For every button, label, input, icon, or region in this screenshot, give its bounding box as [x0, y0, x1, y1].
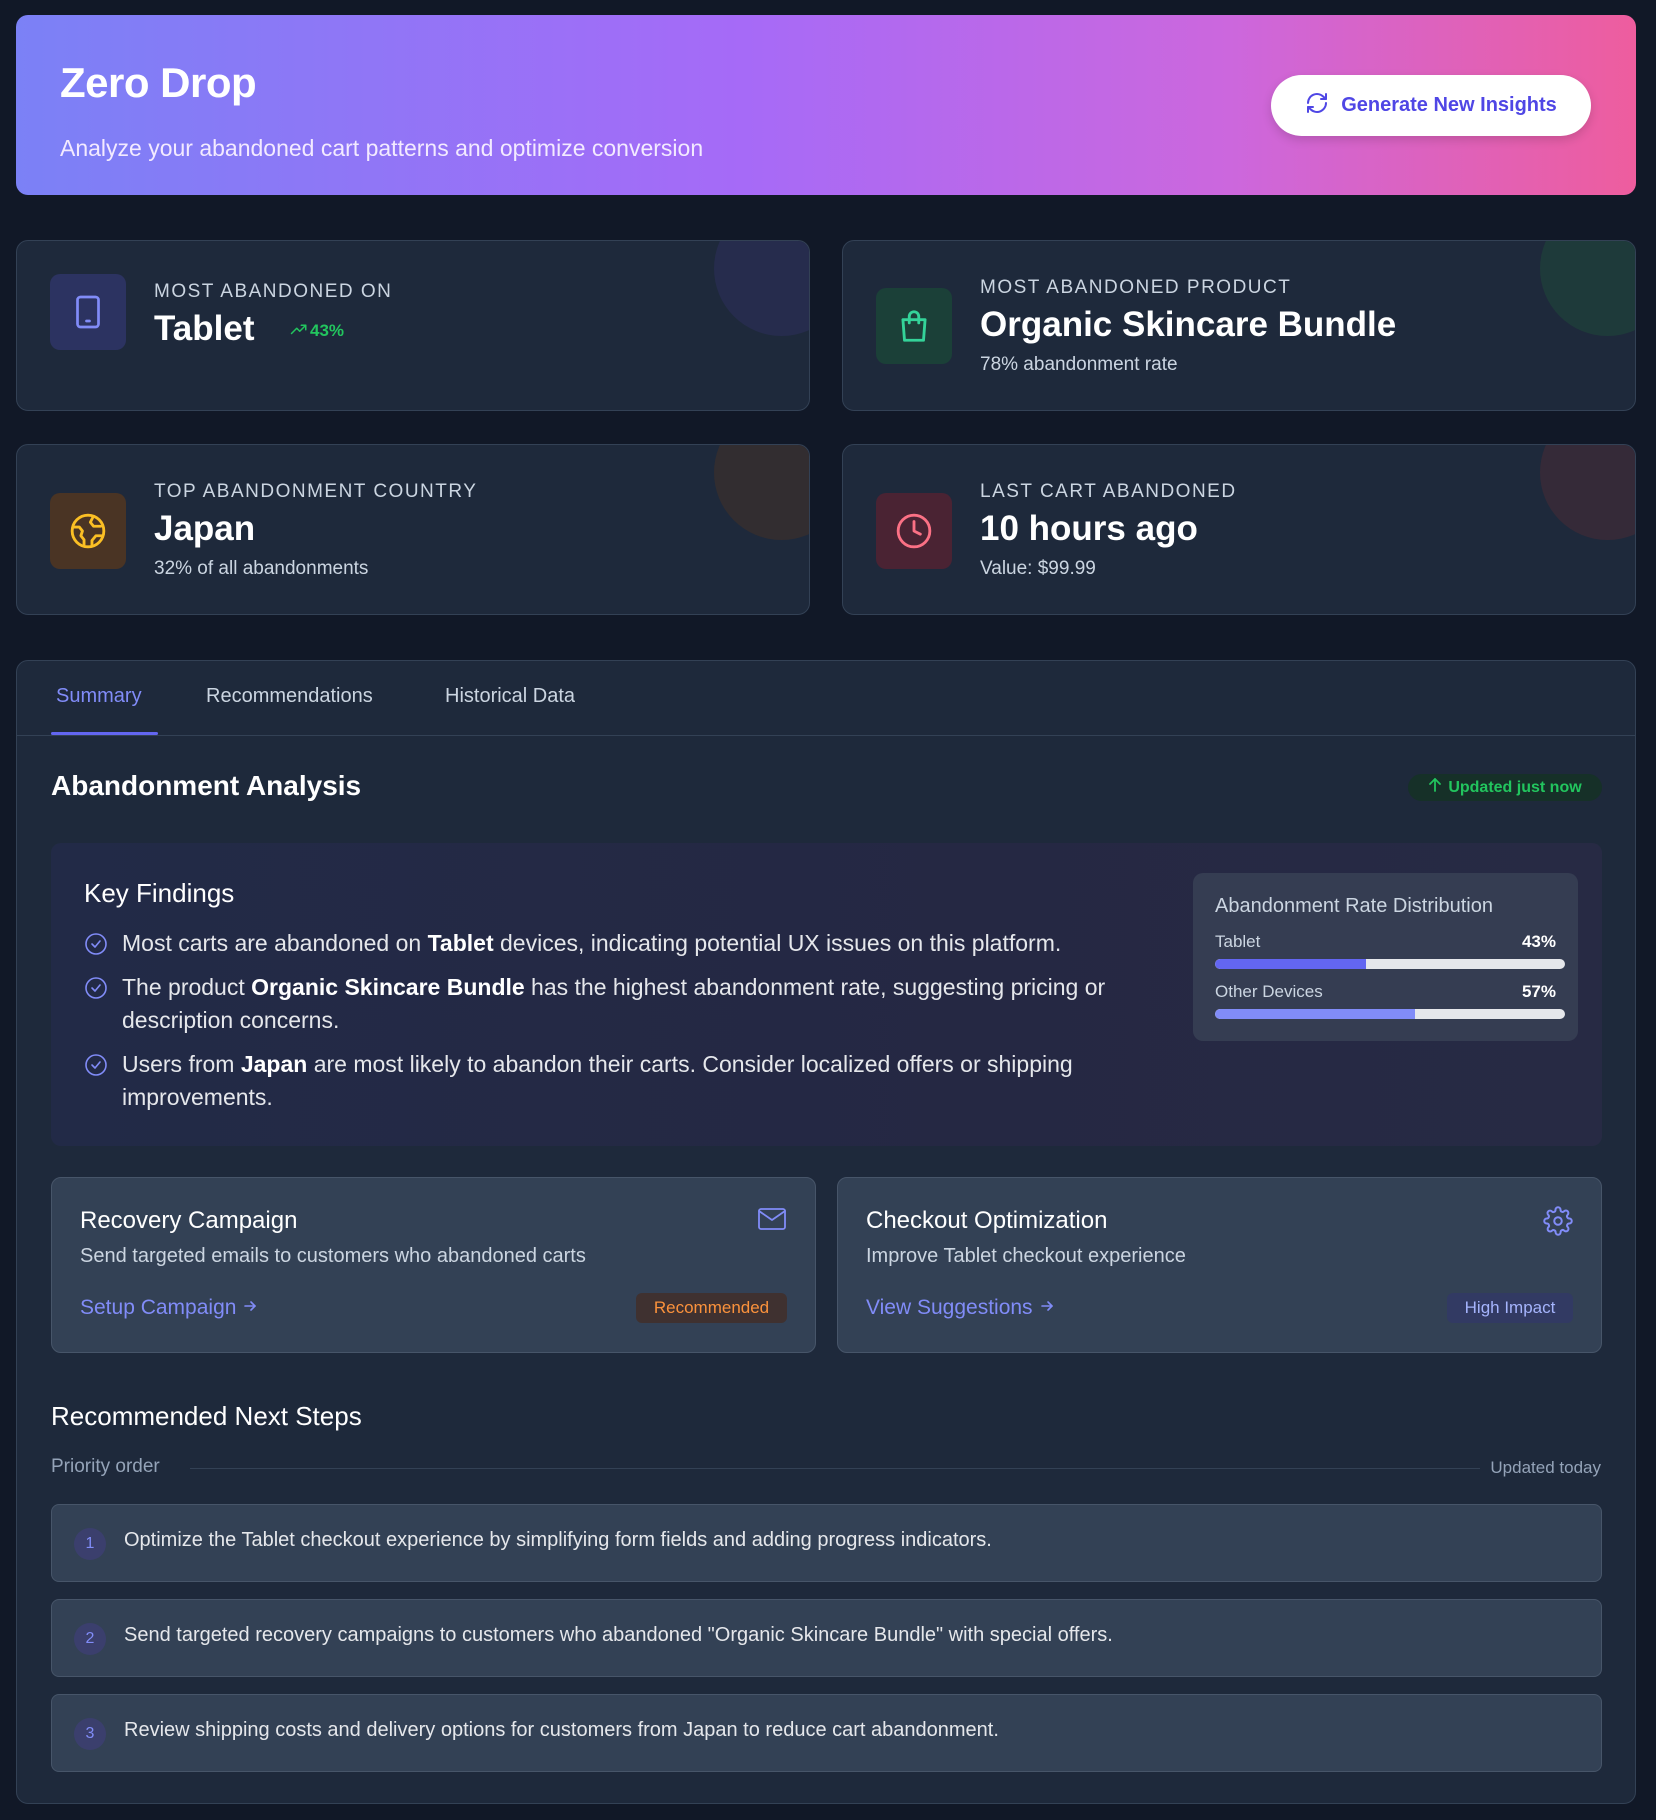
active-tab-indicator	[51, 732, 158, 735]
tab-historical-data[interactable]: Historical Data	[445, 685, 575, 708]
stat-value: 10 hours ago	[980, 509, 1198, 548]
arrow-up-icon	[1428, 777, 1442, 798]
globe-icon	[50, 493, 126, 569]
action-title: Checkout Optimization	[866, 1207, 1108, 1234]
tab-recommendations[interactable]: Recommendations	[206, 685, 373, 708]
key-findings-title: Key Findings	[84, 878, 235, 908]
finding-item: The product Organic Skincare Bundle has …	[84, 971, 1164, 1037]
finding-item: Users from Japan are most likely to aban…	[84, 1048, 1164, 1114]
distribution-label: Other Devices	[1215, 982, 1323, 1001]
clock-icon	[876, 493, 952, 569]
distribution-card: Abandonment Rate Distribution Tablet 43%…	[1193, 873, 1578, 1041]
setup-campaign-link[interactable]: Setup Campaign	[80, 1296, 258, 1320]
generate-insights-button[interactable]: Generate New Insights	[1271, 75, 1591, 136]
finding-item: Most carts are abandoned on Tablet devic…	[84, 927, 1164, 965]
stat-meta: 32% of all abandonments	[154, 558, 369, 579]
step-text: Send targeted recovery campaigns to cust…	[124, 1624, 1113, 1646]
distribution-bar-fill	[1215, 959, 1366, 969]
stat-label: Top Abandonment Country	[154, 481, 478, 502]
generate-insights-label: Generate New Insights	[1341, 94, 1557, 116]
distribution-bar	[1215, 1009, 1565, 1019]
gear-icon	[1543, 1206, 1573, 1241]
updated-today-label: Updated today	[1490, 1458, 1601, 1477]
card-decoration	[714, 241, 809, 336]
insights-panel: Summary Recommendations Historical Data …	[16, 660, 1636, 1804]
trend-indicator: 43%	[290, 321, 344, 341]
arrow-right-icon	[1039, 1296, 1055, 1320]
card-decoration	[1540, 445, 1635, 540]
stat-label: Last Cart Abandoned	[980, 481, 1237, 502]
step-text: Review shipping costs and delivery optio…	[124, 1719, 999, 1741]
high-impact-badge: High Impact	[1447, 1293, 1573, 1323]
stat-value: Organic Skincare Bundle	[980, 305, 1397, 344]
stat-value: Japan	[154, 509, 256, 548]
distribution-value: 57%	[1521, 982, 1556, 1001]
trend-value: 43%	[310, 321, 345, 340]
check-circle-icon	[84, 971, 108, 1037]
distribution-title: Abandonment Rate Distribution	[1215, 895, 1493, 917]
distribution-label: Tablet	[1215, 932, 1261, 951]
distribution-bar	[1215, 959, 1565, 969]
stat-value: Tablet	[154, 309, 255, 348]
stat-meta: Value: $99.99	[980, 558, 1096, 579]
app-title: Zero Drop	[60, 59, 257, 106]
step-number: 2	[74, 1623, 106, 1655]
arrow-right-icon	[242, 1296, 258, 1320]
view-suggestions-link[interactable]: View Suggestions	[866, 1296, 1055, 1320]
card-decoration	[1540, 241, 1635, 336]
next-steps-title: Recommended Next Steps	[51, 1401, 362, 1431]
app-subtitle: Analyze your abandoned cart patterns and…	[60, 135, 704, 161]
check-circle-icon	[84, 1048, 108, 1114]
next-step-item: 1 Optimize the Tablet checkout experienc…	[51, 1504, 1602, 1582]
stat-meta: 78% abandonment rate	[980, 354, 1178, 375]
finding-text: Users from Japan are most likely to aban…	[122, 1051, 1073, 1110]
stat-card-product: Most Abandoned Product Organic Skincare …	[842, 240, 1636, 411]
next-step-item: 2 Send targeted recovery campaigns to cu…	[51, 1599, 1602, 1677]
action-description: Improve Tablet checkout experience	[866, 1245, 1186, 1267]
action-title: Recovery Campaign	[80, 1207, 298, 1234]
recovery-campaign-card: Recovery Campaign Send targeted emails t…	[51, 1177, 816, 1353]
tab-summary[interactable]: Summary	[56, 685, 142, 708]
trend-up-icon	[290, 321, 308, 341]
updated-text: Updated just now	[1448, 778, 1582, 796]
step-text: Optimize the Tablet checkout experience …	[124, 1529, 992, 1551]
shopping-bag-icon	[876, 288, 952, 364]
distribution-value: 43%	[1521, 932, 1556, 951]
check-circle-icon	[84, 927, 108, 965]
key-findings-box: Key Findings Most carts are abandoned on…	[51, 843, 1602, 1146]
mail-icon	[757, 1206, 787, 1237]
finding-text: Most carts are abandoned on Tablet devic…	[122, 930, 1062, 956]
priority-label: Priority order	[51, 1456, 160, 1477]
stat-card-last-cart: Last Cart Abandoned 10 hours ago Value: …	[842, 444, 1636, 615]
refresh-icon	[1305, 91, 1329, 121]
tab-bar: Summary Recommendations Historical Data	[17, 661, 1635, 736]
next-step-item: 3 Review shipping costs and delivery opt…	[51, 1694, 1602, 1772]
updated-badge: Updated just now	[1408, 774, 1602, 801]
stat-card-country: Top Abandonment Country Japan 32% of all…	[16, 444, 810, 615]
finding-text: The product Organic Skincare Bundle has …	[122, 974, 1106, 1033]
section-title: Abandonment Analysis	[51, 770, 362, 801]
stat-label: Most Abandoned On	[154, 281, 393, 302]
divider	[190, 1468, 1480, 1469]
action-description: Send targeted emails to customers who ab…	[80, 1245, 586, 1267]
step-number: 3	[74, 1718, 106, 1750]
card-decoration	[714, 445, 809, 540]
step-number: 1	[74, 1528, 106, 1560]
tablet-icon	[50, 274, 126, 350]
stat-label: Most Abandoned Product	[980, 277, 1292, 298]
stat-card-device: Most Abandoned On Tablet 43%	[16, 240, 810, 411]
distribution-bar-fill	[1215, 1009, 1415, 1019]
checkout-optimization-card: Checkout Optimization Improve Tablet che…	[837, 1177, 1602, 1353]
header-banner: Zero Drop Analyze your abandoned cart pa…	[16, 15, 1636, 195]
recommended-badge: Recommended	[636, 1293, 787, 1323]
